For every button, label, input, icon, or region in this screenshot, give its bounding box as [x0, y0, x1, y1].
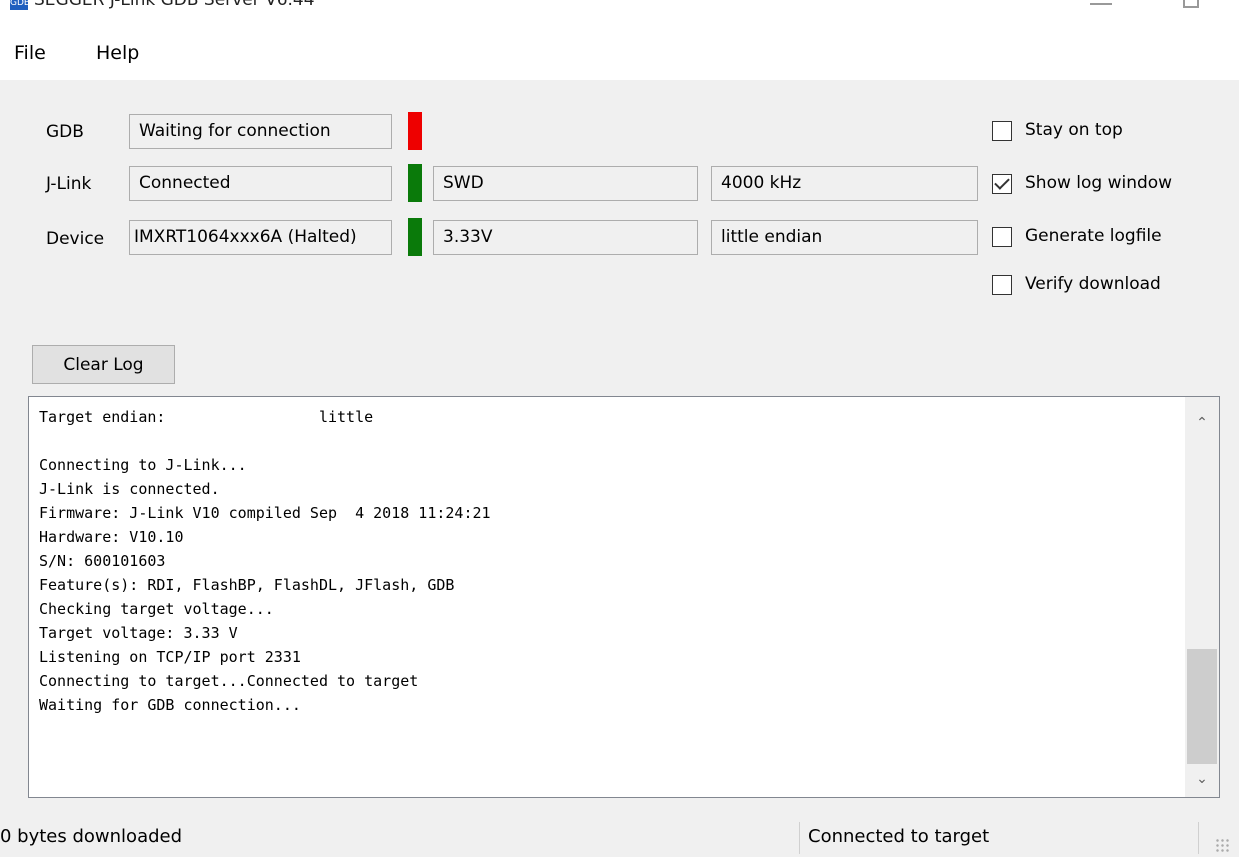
log-scrollbar[interactable]: ⌃ ⌄ [1185, 397, 1219, 797]
chevron-down-icon[interactable]: ⌄ [1185, 761, 1219, 797]
generate-logfile-label[interactable]: Generate logfile [1025, 226, 1162, 246]
clear-log-button[interactable]: Clear Log [32, 345, 175, 384]
log-line: Connecting to J-Link... [39, 456, 247, 474]
log-window[interactable]: Target endian: little Connecting to J-Lin… [28, 396, 1220, 798]
log-line: Target endian: little [39, 408, 374, 426]
status-divider [799, 822, 800, 854]
log-line: Feature(s): RDI, FlashBP, FlashDL, JFlas… [39, 576, 455, 594]
stay-on-top-checkbox[interactable] [992, 121, 1012, 141]
window-title: SEGGER J-Link GDB Server V6.44 [34, 0, 315, 10]
log-line: S/N: 600101603 [39, 552, 166, 570]
minimize-icon[interactable] [1090, 3, 1112, 5]
gdb-status-led [408, 112, 422, 150]
device-status-led [408, 218, 422, 256]
gdb-label: GDB [46, 122, 84, 142]
gdb-status-field: Waiting for connection [129, 114, 392, 149]
show-log-window-label[interactable]: Show log window [1025, 173, 1172, 193]
menu-file[interactable]: File [14, 42, 46, 64]
verify-download-checkbox[interactable] [992, 275, 1012, 295]
generate-logfile-checkbox[interactable] [992, 227, 1012, 247]
status-bar: 0 bytes downloaded Connected to target [0, 816, 1239, 857]
log-line: Checking target voltage... [39, 600, 274, 618]
device-endian-field: little endian [711, 220, 978, 255]
window-frame-left [0, 80, 10, 857]
jlink-label: J-Link [46, 174, 92, 194]
app-icon: GDB [10, 0, 30, 10]
chevron-up-icon[interactable]: ⌃ [1185, 405, 1219, 441]
scrollbar-thumb[interactable] [1187, 649, 1217, 764]
connection-status: Connected to target [808, 826, 990, 847]
menu-help[interactable]: Help [96, 42, 139, 64]
verify-download-label[interactable]: Verify download [1025, 274, 1161, 294]
jlink-speed-field: 4000 kHz [711, 166, 978, 201]
jlink-status-field: Connected [129, 166, 392, 201]
device-voltage-field: 3.33V [433, 220, 698, 255]
log-line: Listening on TCP/IP port 2331 [39, 648, 301, 666]
device-name-field: IMXRT1064xxx6A (Halted) [129, 220, 392, 255]
resize-grip-icon[interactable] [1215, 838, 1229, 852]
log-line: Target voltage: 3.33 V [39, 624, 238, 642]
jlink-status-led [408, 164, 422, 202]
show-log-window-checkbox[interactable] [992, 174, 1012, 194]
stay-on-top-label[interactable]: Stay on top [1025, 120, 1123, 140]
log-line: Waiting for GDB connection... [39, 696, 301, 714]
log-line: J-Link is connected. [39, 480, 220, 498]
jlink-interface-field: SWD [433, 166, 698, 201]
maximize-icon[interactable] [1183, 0, 1199, 8]
bytes-downloaded-status: 0 bytes downloaded [0, 826, 183, 847]
log-text: Target endian: little Connecting to J-Lin… [39, 405, 1179, 717]
log-line: Firmware: J-Link V10 compiled Sep 4 2018… [39, 504, 491, 522]
log-line: Connecting to target...Connected to targ… [39, 672, 419, 690]
status-divider [1198, 822, 1199, 854]
title-bar: GDB SEGGER J-Link GDB Server V6.44 [0, 0, 1239, 14]
window-frame-right [1230, 80, 1239, 857]
device-label: Device [46, 229, 105, 249]
menu-bar: File Help [0, 14, 1239, 80]
checkmark-icon [994, 174, 1010, 190]
log-line: Hardware: V10.10 [39, 528, 184, 546]
